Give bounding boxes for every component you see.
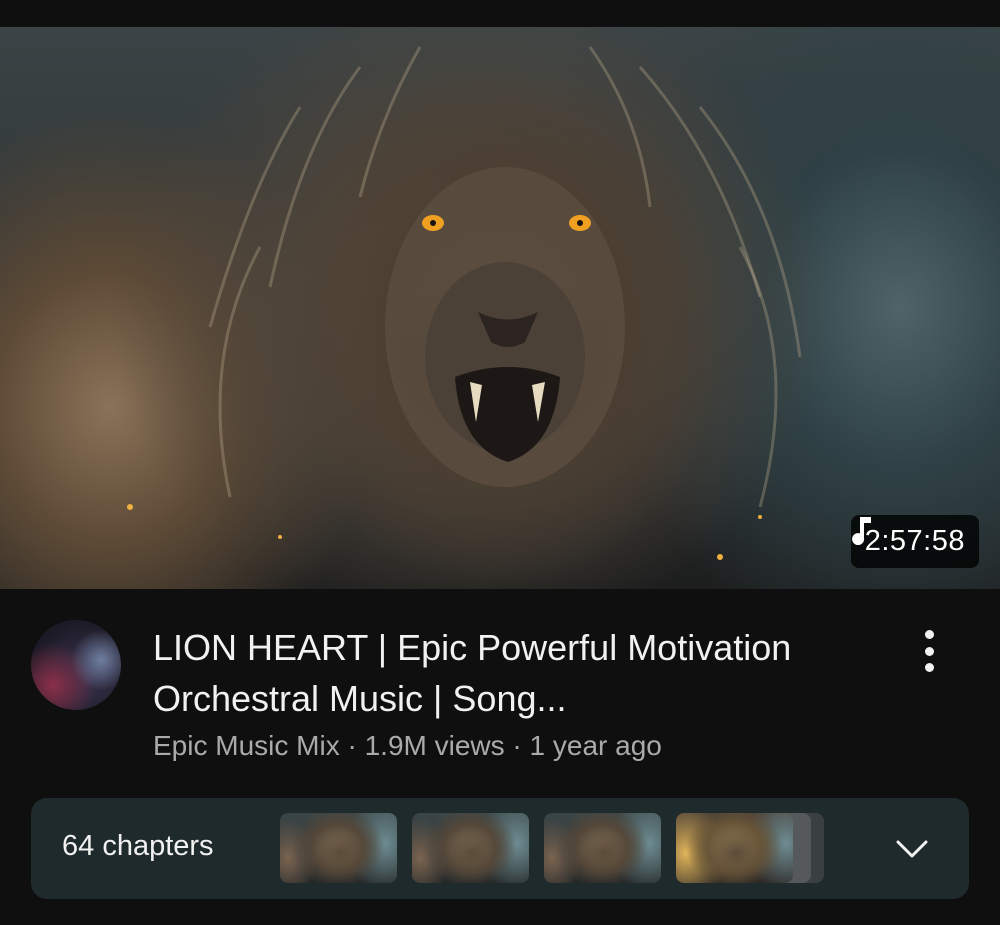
chapter-thumbnail[interactable] — [676, 813, 793, 883]
video-metadata: Epic Music Mix · 1.9M views · 1 year ago — [153, 730, 662, 762]
more-options-button[interactable] — [908, 624, 950, 678]
video-card: 2:57:58 LION HEART | Epic Powerful Motiv… — [0, 0, 1000, 925]
chapters-count-label: 64 chapters — [62, 830, 214, 862]
channel-name[interactable]: Epic Music Mix — [153, 730, 340, 761]
duration-badge: 2:57:58 — [850, 515, 979, 568]
duration-text: 2:57:58 — [864, 525, 965, 557]
channel-avatar[interactable] — [31, 620, 121, 710]
lion-artwork — [127, 46, 802, 560]
upload-age: 1 year ago — [529, 730, 662, 761]
chapter-thumbnail[interactable] — [544, 813, 661, 883]
chevron-down-icon[interactable] — [895, 833, 929, 863]
chapter-thumbnail[interactable] — [280, 813, 397, 883]
video-thumbnail[interactable]: 2:57:58 — [0, 27, 1000, 589]
chapters-bar[interactable]: 64 chapters — [31, 798, 969, 899]
video-title[interactable]: LION HEART | Epic Powerful Motivation Or… — [153, 622, 873, 724]
vertical-ellipsis-icon — [924, 630, 934, 639]
meta-separator: · — [504, 730, 530, 761]
view-count: 1.9M views — [364, 730, 505, 761]
music-note-icon — [851, 517, 871, 545]
meta-separator: · — [339, 730, 365, 761]
chapter-thumbnail[interactable] — [412, 813, 529, 883]
